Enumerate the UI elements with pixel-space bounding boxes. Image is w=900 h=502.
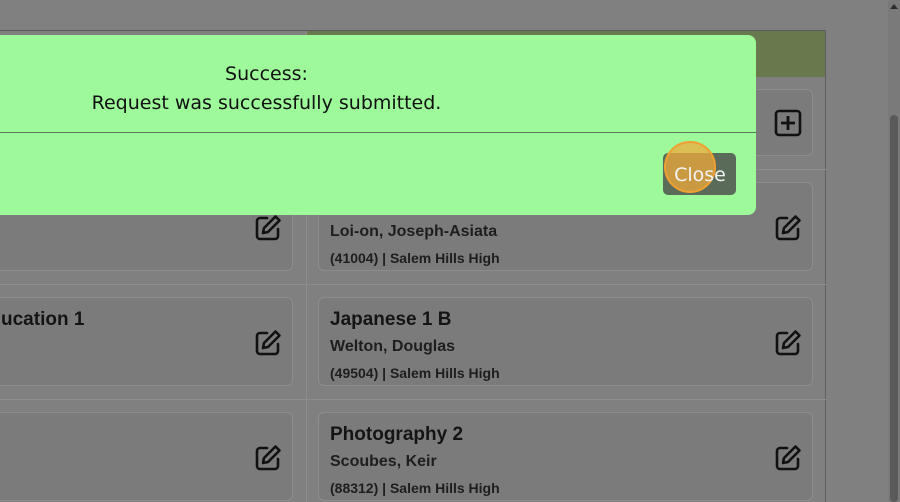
add-icon[interactable] — [773, 108, 803, 138]
teacher-name: Scoubes, Keir — [330, 453, 437, 470]
close-button-label[interactable]: Close — [654, 154, 746, 196]
edit-icon[interactable] — [253, 328, 283, 358]
course-title: ucation 1 — [1, 309, 85, 330]
dialog-message: Success: Request was successfully submit… — [0, 60, 543, 118]
edit-icon[interactable] — [253, 443, 283, 473]
teacher-name: Welton, Douglas — [330, 338, 456, 355]
course-card: Photography 2 Scoubes, Keir (88312) | Sa… — [318, 412, 813, 501]
school-info: (88312) | Salem Hills High — [330, 480, 500, 496]
edit-icon[interactable] — [773, 328, 803, 358]
row-divider — [0, 284, 826, 285]
course-card — [0, 412, 293, 501]
teacher-name: Loi-on, Joseph-Asiata — [330, 223, 498, 240]
edit-icon[interactable] — [253, 213, 283, 243]
success-dialog: Success: Request was successfully submit… — [0, 35, 756, 215]
row-divider — [0, 399, 826, 400]
school-info: (49504) | Salem Hills High — [330, 365, 500, 381]
dialog-body: Request was successfully submitted. — [91, 92, 442, 114]
course-title: Photography 2 — [330, 424, 464, 445]
edit-icon[interactable] — [773, 213, 803, 243]
course-card: ucation 1 — [0, 297, 293, 386]
course-card: Japanese 1 B Welton, Douglas (49504) | S… — [318, 297, 813, 386]
dialog-divider — [0, 132, 756, 133]
scroll-up-arrow-icon[interactable] — [890, 4, 898, 9]
school-info: (41004) | Salem Hills High — [330, 250, 500, 266]
edit-icon[interactable] — [773, 443, 803, 473]
dialog-title: Success: — [225, 63, 308, 85]
table-right-border — [825, 31, 826, 502]
vertical-scrollbar[interactable] — [888, 0, 900, 502]
course-title: Japanese 1 B — [330, 309, 452, 330]
scroll-thumb[interactable] — [890, 115, 898, 502]
